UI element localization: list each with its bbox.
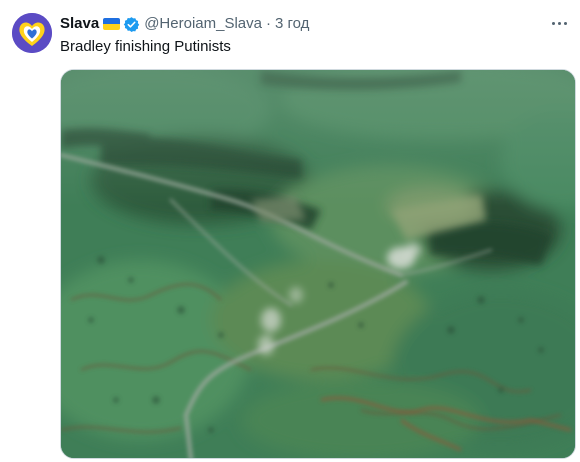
tweet-text: Bradley finishing Putinists	[60, 38, 231, 55]
author-name[interactable]: Slava	[60, 14, 99, 34]
timestamp[interactable]: 3 год	[275, 14, 309, 34]
tweet-card[interactable]: Slava @Heroiam_Slava · 3 год Bradley fin…	[0, 0, 580, 462]
avatar[interactable]	[12, 13, 52, 53]
more-dot-icon	[557, 21, 561, 25]
author-handle[interactable]: @Heroiam_Slava	[144, 14, 262, 34]
tweet-header: Slava @Heroiam_Slava · 3 год	[60, 14, 309, 34]
ukraine-flag-icon	[103, 18, 121, 30]
more-options-button[interactable]	[546, 12, 572, 34]
tweet-media-video[interactable]	[60, 69, 576, 459]
verified-badge-icon	[123, 16, 140, 32]
heart-logo-icon	[12, 13, 52, 53]
aerial-battlefield-image	[61, 70, 575, 458]
more-dot-icon	[563, 21, 567, 25]
more-dot-icon	[551, 21, 555, 25]
separator-dot: ·	[265, 15, 271, 32]
